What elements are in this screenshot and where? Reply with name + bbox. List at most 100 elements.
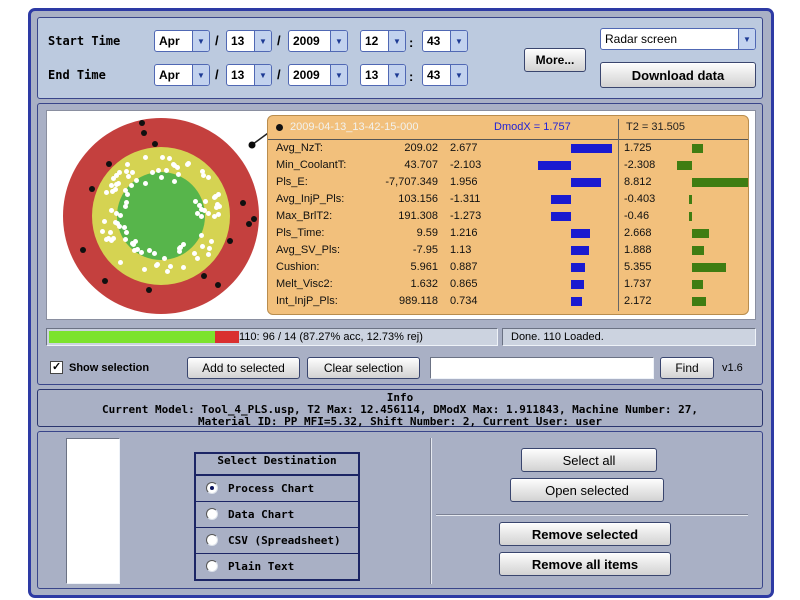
chevron-down-icon[interactable] [388, 65, 405, 85]
accepted-point[interactable] [129, 183, 134, 188]
rejected-point[interactable] [152, 141, 158, 147]
accepted-point[interactable] [111, 236, 116, 241]
accepted-point[interactable] [207, 246, 212, 251]
add-to-selected-button[interactable]: Add to selected [187, 357, 300, 379]
accepted-point[interactable] [209, 239, 214, 244]
accepted-point[interactable] [124, 200, 129, 205]
rejected-point[interactable] [246, 221, 252, 227]
accepted-point[interactable] [118, 213, 123, 218]
accepted-point[interactable] [123, 204, 128, 209]
view-select[interactable]: Radar screen [600, 28, 756, 50]
accepted-point[interactable] [212, 214, 217, 219]
accepted-point[interactable] [215, 202, 220, 207]
rejected-point[interactable] [89, 186, 95, 192]
clear-selection-button[interactable]: Clear selection [307, 357, 420, 379]
accepted-point[interactable] [124, 230, 129, 235]
accepted-point[interactable] [167, 156, 172, 161]
accepted-point[interactable] [117, 224, 122, 229]
accepted-point[interactable] [206, 211, 211, 216]
accepted-point[interactable] [185, 162, 190, 167]
chevron-down-icon[interactable] [330, 65, 347, 85]
start-day-select[interactable]: 13 [226, 30, 272, 52]
accepted-point[interactable] [122, 225, 127, 230]
chevron-down-icon[interactable] [192, 31, 209, 51]
accepted-point[interactable] [201, 173, 206, 178]
accepted-point[interactable] [177, 249, 182, 254]
rejected-point[interactable] [106, 161, 112, 167]
destination-radio[interactable] [206, 534, 218, 546]
accepted-point[interactable] [176, 172, 181, 177]
end-year-select[interactable]: 2009 [288, 64, 348, 86]
rejected-point[interactable] [251, 216, 257, 222]
rejected-point[interactable] [139, 120, 145, 126]
rejected-point[interactable] [201, 273, 207, 279]
remove-all-items-button[interactable]: Remove all items [499, 552, 671, 576]
chevron-down-icon[interactable] [192, 65, 209, 85]
find-button[interactable]: Find [660, 357, 714, 379]
accepted-point[interactable] [126, 174, 131, 179]
chevron-down-icon[interactable] [254, 31, 271, 51]
accepted-point[interactable] [139, 250, 144, 255]
accepted-point[interactable] [181, 265, 186, 270]
accepted-point[interactable] [199, 233, 204, 238]
accepted-point[interactable] [142, 267, 147, 272]
rejected-point[interactable] [80, 247, 86, 253]
start-month-select[interactable]: Apr [154, 30, 210, 52]
accepted-point[interactable] [195, 256, 200, 261]
accepted-point[interactable] [199, 214, 204, 219]
selected-items-listbox[interactable] [66, 438, 120, 584]
accepted-point[interactable] [168, 264, 173, 269]
accepted-point[interactable] [132, 248, 137, 253]
select-all-button[interactable]: Select all [521, 448, 657, 472]
destination-radio[interactable] [206, 560, 218, 572]
accepted-point[interactable] [143, 181, 148, 186]
end-hour-select[interactable]: 13 [360, 64, 406, 86]
rejected-point[interactable] [227, 238, 233, 244]
accepted-point[interactable] [192, 251, 197, 256]
accepted-point[interactable] [143, 155, 148, 160]
show-selection-checkbox[interactable] [50, 361, 63, 374]
accepted-point[interactable] [134, 178, 139, 183]
accepted-point[interactable] [104, 190, 109, 195]
chevron-down-icon[interactable] [388, 31, 405, 51]
accepted-point[interactable] [155, 262, 160, 267]
accepted-point[interactable] [164, 168, 169, 173]
accepted-point[interactable] [156, 168, 161, 173]
accepted-point[interactable] [206, 252, 211, 257]
search-input[interactable] [430, 357, 654, 379]
accepted-point[interactable] [203, 199, 208, 204]
accepted-point[interactable] [118, 260, 123, 265]
accepted-point[interactable] [165, 269, 170, 274]
chevron-down-icon[interactable] [254, 65, 271, 85]
accepted-point[interactable] [124, 169, 129, 174]
rejected-point[interactable] [141, 130, 147, 136]
accepted-point[interactable] [200, 244, 205, 249]
destination-radio[interactable] [206, 508, 218, 520]
accepted-point[interactable] [216, 192, 221, 197]
accepted-point[interactable] [150, 170, 155, 175]
rejected-point[interactable] [146, 287, 152, 293]
accepted-point[interactable] [100, 229, 105, 234]
destination-option[interactable]: Plain Text [196, 554, 358, 579]
end-month-select[interactable]: Apr [154, 64, 210, 86]
rejected-point[interactable] [215, 282, 221, 288]
accepted-point[interactable] [102, 219, 107, 224]
accepted-point[interactable] [199, 207, 204, 212]
accepted-point[interactable] [113, 187, 118, 192]
destination-option[interactable]: Data Chart [196, 502, 358, 528]
end-minute-select[interactable]: 43 [422, 64, 468, 86]
more-button[interactable]: More... [524, 48, 586, 72]
start-minute-select[interactable]: 43 [422, 30, 468, 52]
download-data-button[interactable]: Download data [600, 62, 756, 88]
rejected-point[interactable] [102, 278, 108, 284]
accepted-point[interactable] [125, 162, 130, 167]
accepted-point[interactable] [159, 175, 164, 180]
chevron-down-icon[interactable] [450, 31, 467, 51]
accepted-point[interactable] [123, 237, 128, 242]
remove-selected-button[interactable]: Remove selected [499, 522, 671, 546]
accepted-point[interactable] [206, 175, 211, 180]
open-selected-button[interactable]: Open selected [510, 478, 664, 502]
accepted-point[interactable] [160, 155, 165, 160]
end-day-select[interactable]: 13 [226, 64, 272, 86]
accepted-point[interactable] [116, 181, 121, 186]
